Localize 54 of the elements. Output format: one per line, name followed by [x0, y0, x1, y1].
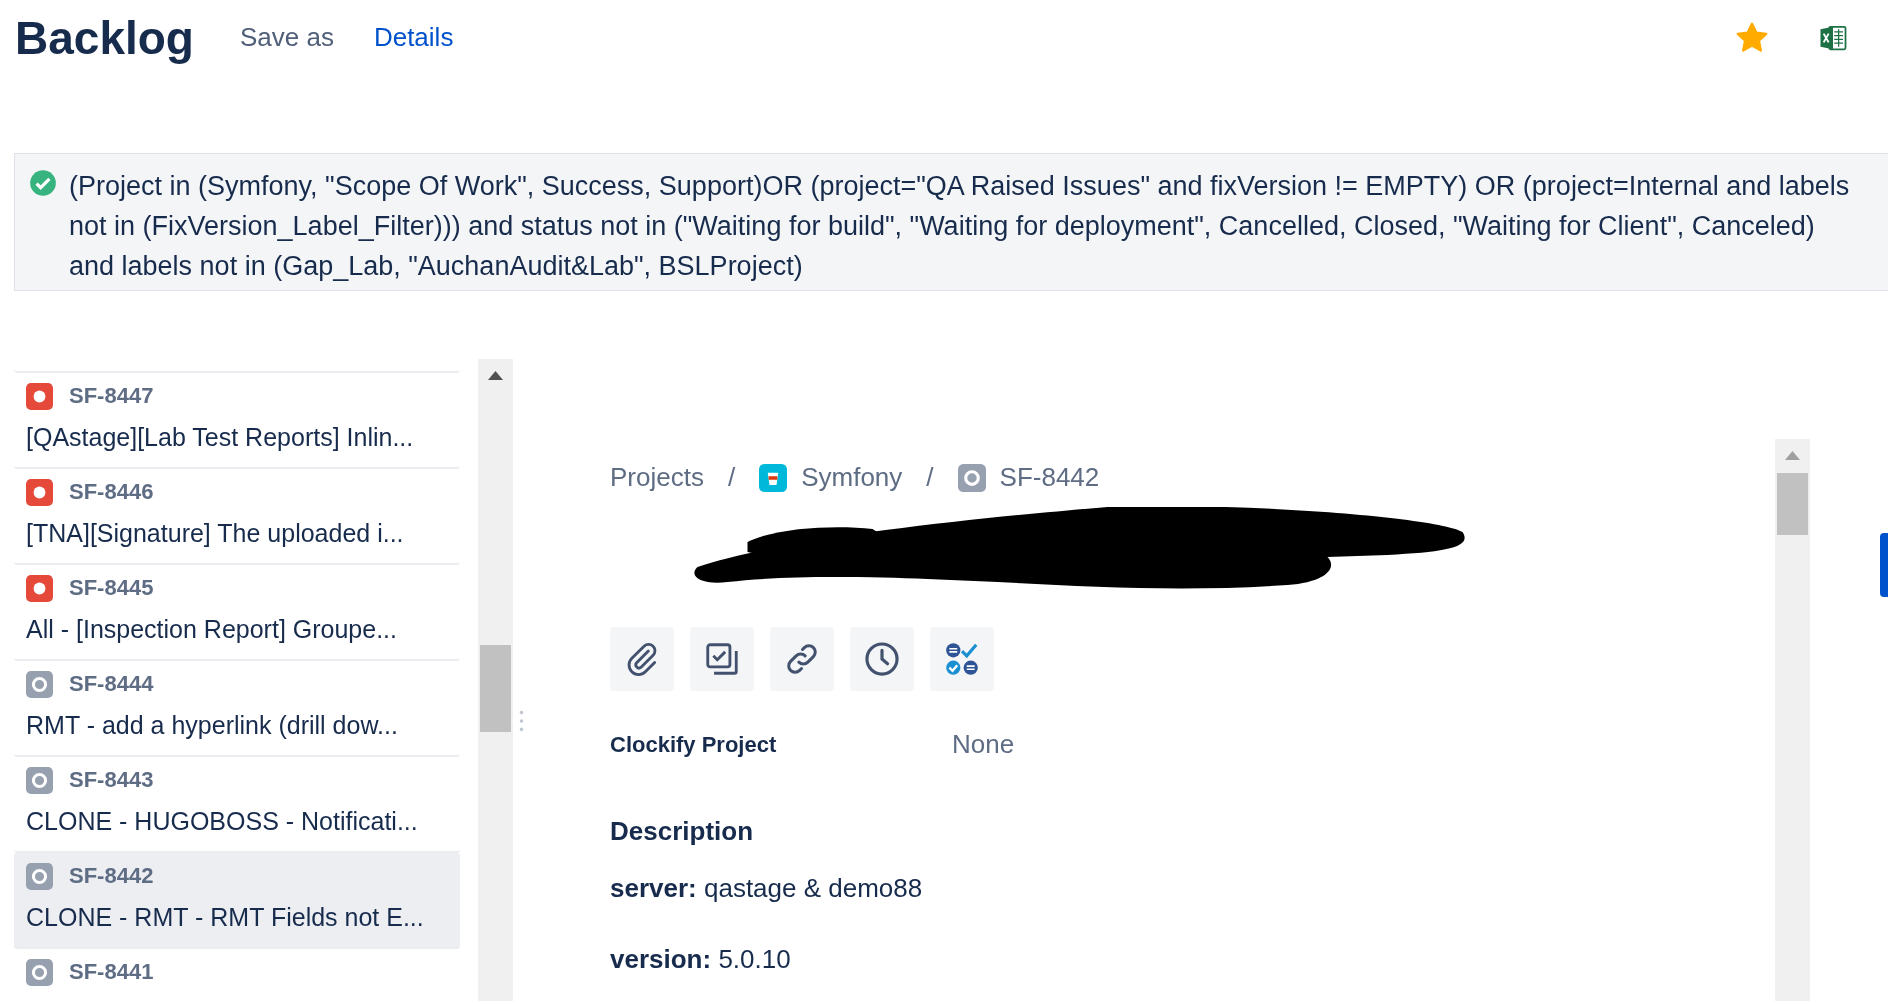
issue-key: SF-8443 [69, 767, 154, 793]
issue-key: SF-8441 [69, 959, 154, 985]
page-title: Backlog [15, 10, 194, 65]
save-as-button[interactable]: Save as [239, 22, 334, 53]
description-text: server: qastage & demo88 [610, 873, 924, 904]
breadcrumb-link[interactable]: Projects [610, 462, 704, 493]
query-text: and labels not in (Gap_Lab, "AuchanAudit&Lab", BSLProject) [69, 250, 804, 283]
description-text: version: 5.0.10 [610, 944, 792, 975]
bug-icon [26, 382, 53, 410]
scrollbar[interactable] [478, 359, 513, 1001]
issue-summary: CLONE - HUGOBOSS - Notificati... [26, 807, 419, 836]
task-icon [26, 766, 53, 794]
checklist-icon [943, 640, 981, 678]
issue-key: SF-8442 [69, 863, 154, 889]
task-icon [26, 958, 53, 986]
issue-summary: [TNA][Signature] The uploaded i... [26, 519, 405, 548]
bug-icon [26, 478, 53, 506]
breadcrumb-link[interactable]: Symfony [801, 462, 903, 493]
task-icon [957, 463, 986, 492]
section-heading: Description [610, 816, 755, 847]
issue-card[interactable]: SF-8442 CLONE - RMT - RMT Fields not E... [14, 853, 460, 949]
scroll-up-icon[interactable] [488, 371, 503, 380]
resize-handle[interactable] [519, 709, 524, 733]
scrollbar-thumb[interactable] [1777, 473, 1808, 535]
field-value[interactable]: None [952, 729, 1015, 760]
field-label: Clockify Project [610, 731, 778, 758]
issue-key: SF-8444 [69, 671, 154, 697]
checklist-button[interactable] [930, 627, 994, 691]
link-button[interactable] [770, 627, 834, 691]
project-icon [759, 463, 788, 492]
issue-summary: RMT - add a hyperlink (drill dow... [26, 711, 399, 740]
issue-summary: [QAstage][Lab Test Reports] Inlin... [26, 423, 415, 452]
task-icon [26, 862, 53, 890]
issue-summary: CLONE - RMT - RMT Fields not E... [26, 903, 425, 932]
subtask-button[interactable] [690, 627, 754, 691]
query-text: not in (FixVersion_Label_Filter))) and status not in ("Waiting for build", "Waiting for deployment", Cancelled, Closed, "Waiting for Client", Canceled) [69, 210, 1816, 243]
attach-button[interactable] [610, 627, 674, 691]
breadcrumb-separator: / [727, 462, 736, 493]
breadcrumb-link[interactable]: SF-8442 [999, 462, 1100, 493]
scrollbar-thumb[interactable] [480, 645, 511, 732]
details-link[interactable]: Details [373, 22, 454, 53]
query-text: (Project in (Symfony, "Scope Of Work", Success, Support)OR (project="QA Raised Issues" and fixVersion != EMPTY) OR (project=Internal and labels [69, 170, 1850, 203]
issue-key: SF-8446 [69, 479, 154, 505]
issue-summary: All - [Inspection Report] Groupe... [26, 615, 398, 644]
issue-key: SF-8445 [69, 575, 154, 601]
time-button[interactable] [850, 627, 914, 691]
task-icon [26, 670, 53, 698]
checkbox-icon [703, 640, 741, 678]
scrollbar[interactable] [1775, 439, 1810, 1001]
clock-icon [863, 640, 901, 678]
breadcrumb-separator: / [926, 462, 934, 493]
issue-key: SF-8447 [69, 383, 154, 409]
query-field[interactable] [14, 153, 1888, 291]
bug-icon [26, 574, 53, 602]
